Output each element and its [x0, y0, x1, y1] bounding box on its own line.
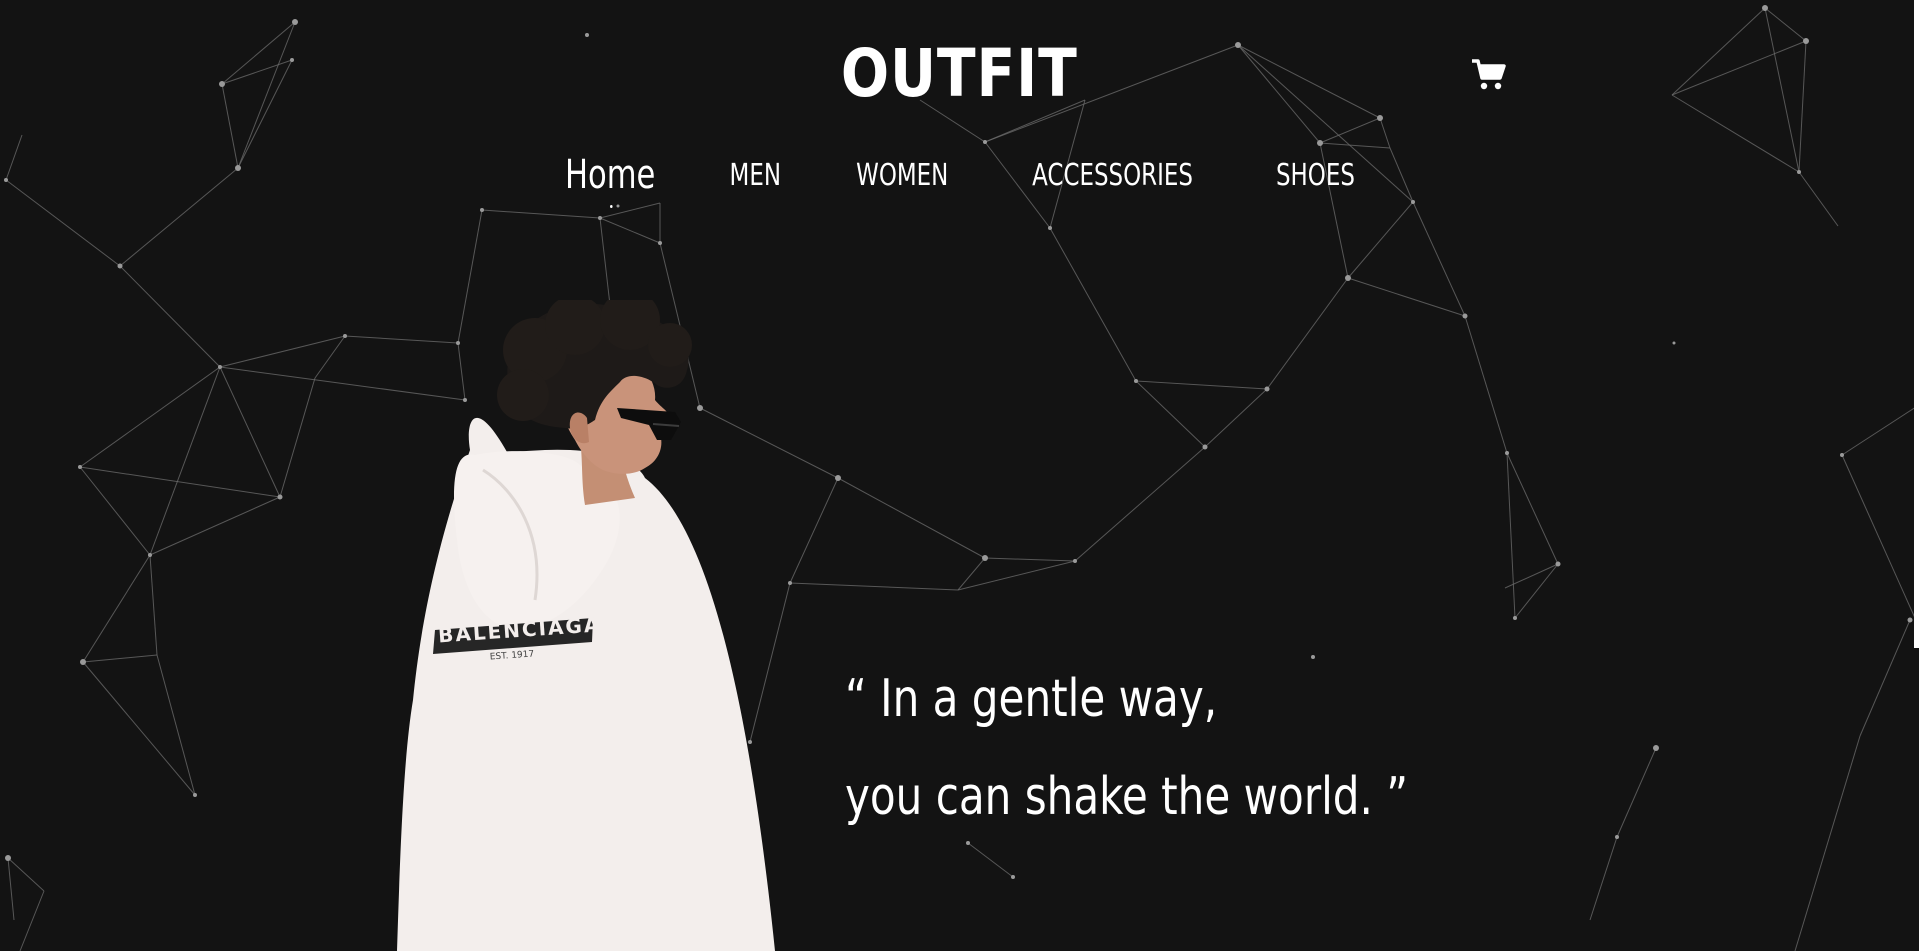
nav-shoes[interactable]: SHOES: [1276, 158, 1355, 204]
quote-line-2: you can shake the world. ”: [845, 767, 1409, 827]
nav-accessories[interactable]: ACCESSORIES: [1032, 158, 1193, 204]
main-navigation: Home MEN WOMEN ACCESSORIES SHOES: [0, 152, 1919, 208]
page-scrollbar[interactable]: [1914, 0, 1919, 648]
nav-women[interactable]: WOMEN: [856, 158, 948, 204]
nav-men[interactable]: MEN: [730, 158, 781, 204]
shopping-cart-icon[interactable]: [1471, 58, 1507, 92]
nav-home[interactable]: Home: [565, 152, 655, 208]
quote-line-1: “ In a gentle way,: [845, 669, 1218, 729]
brand-logo[interactable]: OUTFIT: [134, 38, 1784, 110]
hero-quote: “ In a gentle way, you can shake the wor…: [845, 650, 1545, 846]
